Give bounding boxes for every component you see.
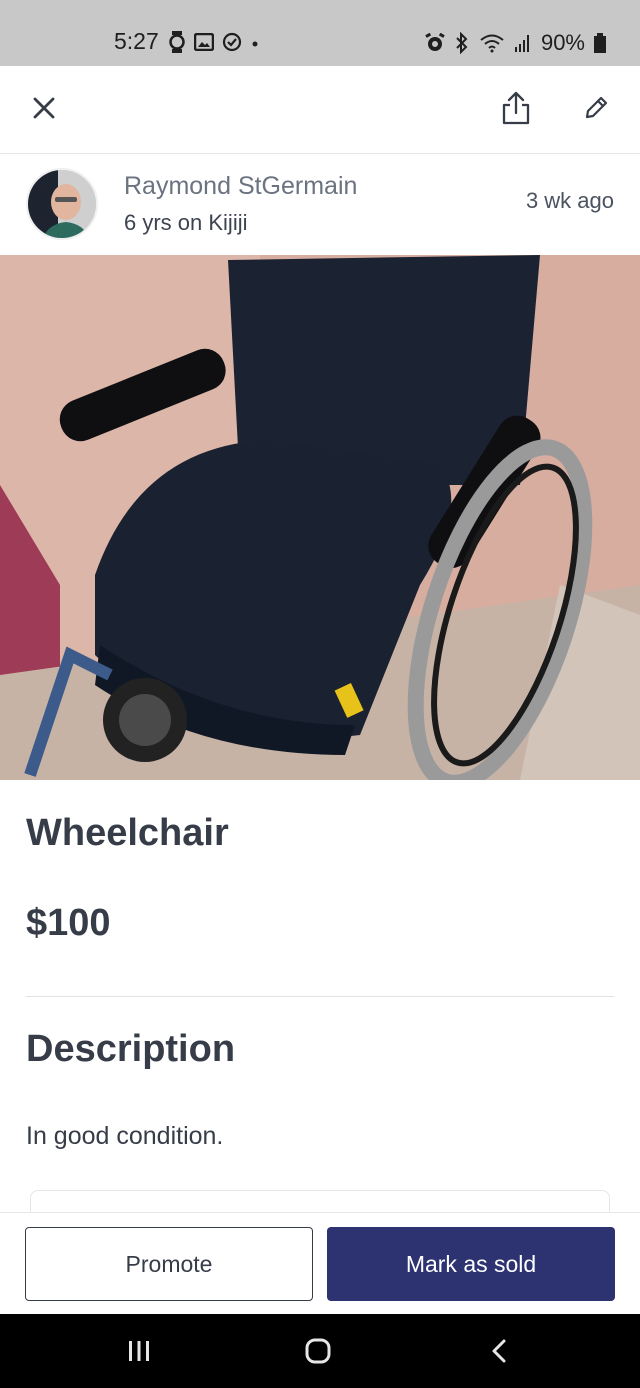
listing-title: Wheelchair [26, 812, 229, 854]
status-icons-left [168, 31, 260, 53]
share-icon [502, 91, 530, 125]
seller-name[interactable]: Raymond StGermain [124, 172, 357, 201]
close-icon [33, 97, 55, 119]
check-circle-icon [222, 32, 242, 52]
battery-percent: 90% [540, 30, 585, 55]
edit-button[interactable] [576, 88, 616, 128]
status-time: 5:27 [114, 28, 159, 54]
signal-icon [514, 35, 529, 52]
back-icon[interactable] [487, 1338, 513, 1364]
wheelchair-photo [0, 255, 640, 780]
seller-row[interactable]: Raymond StGermain 6 yrs on Kijiji 3 wk a… [0, 154, 640, 254]
description-text: In good condition. [26, 1122, 224, 1150]
recents-icon[interactable] [126, 1338, 152, 1364]
bluetooth-icon [456, 32, 468, 54]
share-button[interactable] [494, 86, 538, 130]
mark-as-sold-button[interactable]: Mark as sold [327, 1227, 615, 1301]
watch-icon [169, 31, 185, 53]
description-heading: Description [26, 1028, 236, 1070]
system-nav-bar [0, 1314, 640, 1388]
status-icons-right: 90% [425, 30, 606, 56]
seller-tenure: 6 yrs on Kijiji [124, 210, 248, 235]
listing-photo[interactable] [0, 255, 640, 780]
listing-price: $100 [26, 902, 111, 944]
wifi-icon [480, 34, 504, 53]
action-bar: Promote Mark as sold [0, 1212, 640, 1314]
pencil-icon [585, 96, 608, 119]
divider [26, 996, 614, 997]
dot-icon [252, 41, 258, 47]
status-bar: 5:27 90% [0, 0, 640, 66]
close-button[interactable] [26, 90, 62, 126]
battery-icon [594, 33, 606, 53]
avatar[interactable] [26, 168, 98, 240]
gallery-icon [194, 33, 214, 51]
alarm-icon [425, 33, 445, 51]
top-toolbar [0, 66, 640, 154]
home-icon[interactable] [305, 1338, 331, 1364]
promote-button[interactable]: Promote [25, 1227, 313, 1301]
posted-time: 3 wk ago [525, 188, 614, 213]
avatar-photo [28, 170, 96, 238]
